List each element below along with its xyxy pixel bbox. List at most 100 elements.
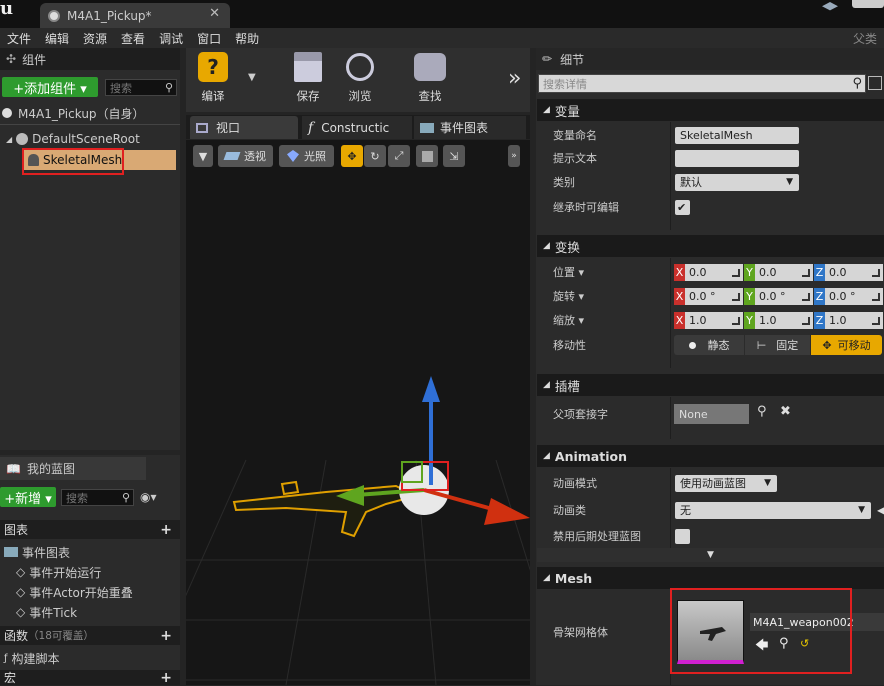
- add-graph-icon[interactable]: +: [160, 522, 172, 538]
- components-search[interactable]: 搜索 ⚲: [105, 79, 177, 96]
- surface-snap-button[interactable]: ⇲: [443, 145, 465, 167]
- find-button[interactable]: 查找: [410, 52, 450, 104]
- details-search[interactable]: 搜索详情 ⚲: [538, 74, 866, 93]
- parent-socket-field[interactable]: None: [674, 404, 749, 424]
- tooltip-field[interactable]: [675, 149, 799, 167]
- construct-script-item[interactable]: ƒ 构建脚本: [4, 648, 60, 668]
- save-button[interactable]: 保存: [288, 52, 328, 104]
- scale-x-value[interactable]: 1.0: [685, 312, 743, 329]
- viewport[interactable]: [186, 140, 530, 685]
- scale-icon: ⤢: [394, 149, 404, 162]
- search-icon[interactable]: ⚲: [757, 404, 767, 419]
- scale-z-value[interactable]: 1.0: [825, 312, 883, 329]
- rotation-x[interactable]: X 0.0 °: [674, 288, 743, 305]
- mobility-stationary-button[interactable]: ⊢ 固定: [745, 335, 810, 355]
- tree-item-defaultsceneroot[interactable]: ◢ DefaultSceneRoot: [6, 129, 178, 149]
- rotation-y[interactable]: Y 0.0 °: [744, 288, 813, 305]
- compile-options-chevron-icon[interactable]: ▼: [248, 72, 256, 83]
- editable-checkbox[interactable]: ✔: [675, 199, 690, 215]
- category-dropdown[interactable]: 默认 ▼: [675, 173, 799, 191]
- document-tab[interactable]: M4A1_Pickup* ✕: [40, 3, 230, 28]
- toolbar-more-button[interactable]: »: [508, 66, 521, 91]
- details-icon: ✏: [542, 52, 553, 66]
- scale-label[interactable]: 缩放 ▾: [553, 312, 584, 328]
- disable-post-checkbox[interactable]: [675, 528, 690, 544]
- rotation-z-value[interactable]: 0.0 °: [825, 288, 883, 305]
- graphs-section[interactable]: 图表 +: [0, 520, 180, 539]
- tab-event-graph[interactable]: 事件图表: [414, 116, 526, 139]
- tab-construction[interactable]: f Constructic: [302, 116, 412, 139]
- macros-section[interactable]: 宏 +: [0, 670, 180, 686]
- location-x-value[interactable]: 0.0: [685, 264, 743, 281]
- blueprint-icon: [2, 108, 12, 118]
- components-icon: ✣: [6, 52, 17, 66]
- rotation-y-value[interactable]: 0.0 °: [755, 288, 813, 305]
- browse-button[interactable]: 浏览: [340, 52, 380, 104]
- compile-label: 编译: [201, 89, 225, 103]
- event-item[interactable]: ◇ 事件开始运行: [16, 562, 101, 582]
- menu-debug[interactable]: 调试: [152, 30, 190, 47]
- my-blueprint-tab[interactable]: 📖 我的蓝图: [0, 457, 146, 480]
- scale-x[interactable]: X 1.0: [674, 312, 743, 329]
- blueprint-search[interactable]: 搜索 ⚲: [61, 489, 134, 506]
- rotation-label[interactable]: 旋转 ▾: [553, 288, 584, 304]
- menu-window[interactable]: 窗口: [190, 30, 228, 47]
- location-x[interactable]: X 0.0: [674, 264, 743, 281]
- animation-mode-dropdown[interactable]: 使用动画蓝图 ▼: [675, 474, 777, 492]
- lit-button[interactable]: 光照: [279, 145, 334, 167]
- location-z[interactable]: Z 0.0: [814, 264, 883, 281]
- location-y-value[interactable]: 0.0: [755, 264, 813, 281]
- property-matrix-icon[interactable]: [868, 76, 882, 90]
- back-arrow-icon[interactable]: ◀: [877, 503, 884, 517]
- location-label[interactable]: 位置 ▾: [553, 264, 584, 280]
- clear-icon[interactable]: ✖: [780, 404, 791, 419]
- menu-help[interactable]: 帮助: [228, 30, 266, 47]
- scale-mode-button[interactable]: ⤢: [388, 145, 410, 167]
- advanced-expand-button[interactable]: ▼: [537, 548, 884, 562]
- tab-viewport[interactable]: 视口: [190, 116, 298, 139]
- perspective-button[interactable]: 透视: [218, 145, 273, 167]
- add-new-button[interactable]: +新增 ▾: [0, 487, 56, 507]
- menu-asset[interactable]: 资源: [76, 30, 114, 47]
- rotate-mode-button[interactable]: ↻: [364, 145, 386, 167]
- sockets-section-header[interactable]: ◢ 插槽: [537, 374, 884, 396]
- translate-mode-button[interactable]: ✥: [341, 145, 363, 167]
- eye-icon[interactable]: ◉▾: [140, 490, 157, 504]
- event-item[interactable]: ◇ 事件Actor开始重叠: [16, 582, 133, 602]
- mobility-static-button[interactable]: 静态: [674, 335, 744, 355]
- variables-section-header[interactable]: ◢ 变量: [537, 99, 884, 121]
- compile-button[interactable]: ? 编译: [193, 52, 233, 104]
- location-y[interactable]: Y 0.0: [744, 264, 813, 281]
- scale-y[interactable]: Y 1.0: [744, 312, 813, 329]
- event-item[interactable]: ◇ 事件Tick: [16, 602, 77, 622]
- world-local-button[interactable]: [416, 145, 438, 167]
- event-graph-item[interactable]: 事件图表: [4, 542, 70, 562]
- add-component-button[interactable]: +添加组件 ▾: [2, 77, 98, 97]
- functions-section[interactable]: 函数 （18可覆盖） +: [0, 626, 180, 645]
- add-macro-icon[interactable]: +: [160, 670, 172, 686]
- magnifier-icon: [346, 53, 374, 81]
- mesh-section-header[interactable]: ◢ Mesh: [537, 567, 884, 589]
- anim-class-dropdown[interactable]: 无 ▼: [675, 501, 871, 519]
- scale-z[interactable]: Z 1.0: [814, 312, 883, 329]
- my-blueprint-title: 我的蓝图: [26, 462, 75, 476]
- rotation-z[interactable]: Z 0.0 °: [814, 288, 883, 305]
- menu-edit[interactable]: 编辑: [38, 30, 76, 47]
- window-controls[interactable]: [852, 0, 884, 8]
- rotation-x-value[interactable]: 0.0 °: [685, 288, 743, 305]
- axis-y-label: Y: [744, 288, 755, 305]
- menu-file[interactable]: 文件: [0, 30, 38, 47]
- variable-name-field[interactable]: SkeletalMesh: [675, 126, 799, 144]
- transform-section-header[interactable]: ◢ 变换: [537, 235, 884, 257]
- components-header: ✣ 组件: [0, 48, 180, 70]
- viewport-more-button[interactable]: »: [508, 145, 520, 167]
- add-function-icon[interactable]: +: [160, 628, 172, 644]
- viewport-options-button[interactable]: ▼: [193, 145, 213, 167]
- close-icon[interactable]: ✕: [209, 6, 220, 21]
- menu-view[interactable]: 查看: [114, 30, 152, 47]
- mobility-movable-button[interactable]: ✥ 可移动: [811, 335, 882, 355]
- scale-y-value[interactable]: 1.0: [755, 312, 813, 329]
- self-item[interactable]: M4A1_Pickup（自身）: [2, 103, 178, 123]
- location-z-value[interactable]: 0.0: [825, 264, 883, 281]
- animation-section-header[interactable]: ◢ Animation: [537, 445, 884, 467]
